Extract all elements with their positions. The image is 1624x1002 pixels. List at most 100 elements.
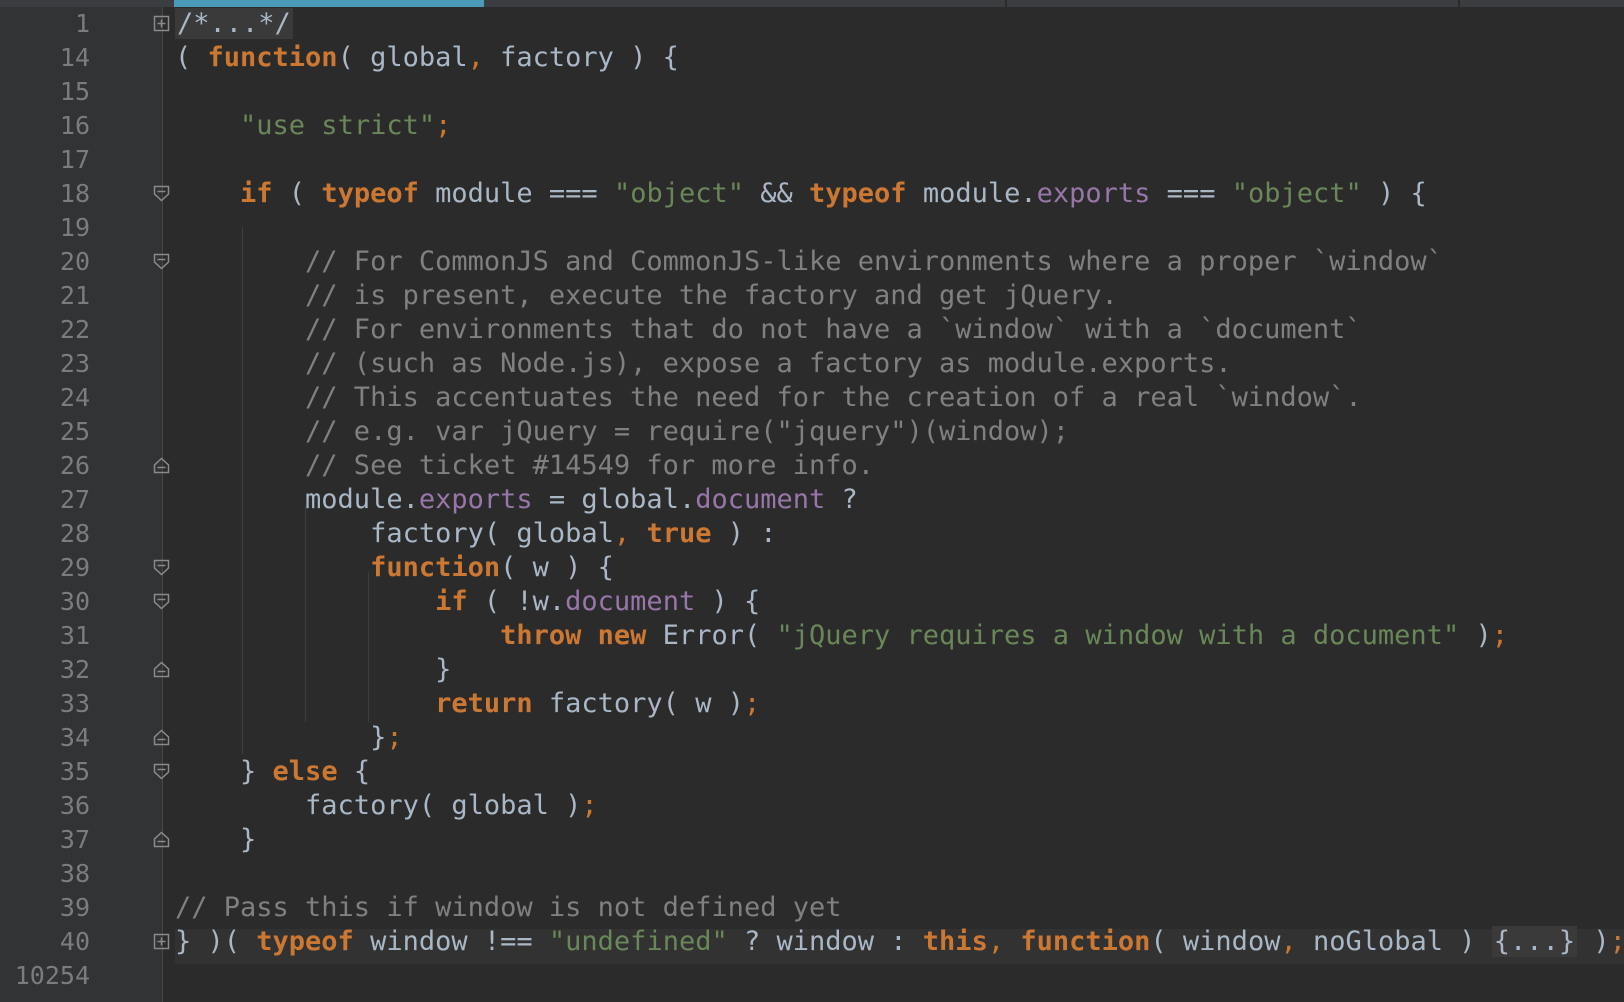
code-line[interactable]: } [175, 653, 451, 687]
code-token: // For CommonJS and CommonJS-like enviro… [175, 246, 1443, 277]
code-token: ) { [1361, 178, 1427, 209]
editor-tab-bar [0, 0, 1624, 7]
line-number: 25 [59, 417, 90, 446]
code-token: throw new [500, 620, 647, 651]
fold-open-icon[interactable] [153, 593, 170, 610]
code-token: ; [743, 688, 761, 719]
active-tab-indicator[interactable] [174, 0, 484, 7]
code-token: factory( global [175, 518, 614, 549]
line-number: 14 [59, 43, 90, 72]
code-token: } [175, 824, 257, 855]
code-token: // e.g. var jQuery = require("jquery")(w… [175, 416, 1070, 447]
line-number: 20 [59, 247, 90, 276]
code-line[interactable]: throw new Error( "jQuery requires a wind… [175, 619, 1508, 653]
code-token: "object" [1231, 178, 1362, 209]
code-line[interactable]: // is present, execute the factory and g… [175, 279, 1118, 313]
code-area[interactable]: /*...*/( function( global, factory ) { "… [175, 7, 1624, 1002]
code-token: ? window : [727, 926, 923, 957]
code-line[interactable]: if ( typeof module === "object" && typeo… [175, 177, 1427, 211]
line-number: 16 [59, 111, 90, 140]
code-token: true [646, 518, 712, 549]
code-line[interactable]: /*...*/ [175, 7, 293, 41]
code-token: Error( [646, 620, 777, 651]
code-token: // (such as Node.js), expose a factory a… [175, 348, 1232, 379]
fold-open-icon[interactable] [153, 253, 170, 270]
code-token: ; [435, 110, 452, 141]
code-line[interactable]: return factory( w ); [175, 687, 760, 721]
code-token: , [613, 518, 631, 549]
code-line[interactable]: } else { [175, 755, 370, 789]
code-token: // This accentuates the need for the cre… [175, 382, 1362, 413]
code-token: ( [272, 178, 322, 209]
code-token: else [272, 756, 338, 787]
fold-close-icon[interactable] [153, 831, 170, 848]
code-line[interactable]: // Pass this if window is not defined ye… [175, 891, 841, 925]
line-number: 26 [59, 451, 90, 480]
code-token: , [1280, 926, 1297, 957]
code-token: noGlobal ) [1296, 926, 1492, 957]
code-editor[interactable]: 1 14 15 16 17 18 19 20 21 22 23 24 25 26 27 28 29 30 31 32 3… [0, 0, 1624, 1002]
code-token: = global. [532, 484, 696, 515]
code-token: ; [1610, 926, 1624, 957]
code-line[interactable]: // (such as Node.js), expose a factory a… [175, 347, 1232, 381]
code-line[interactable]: function( w ) { [175, 551, 614, 585]
line-number: 10254 [14, 961, 90, 990]
code-token: factory( w ) [532, 688, 744, 719]
fold-open-icon[interactable] [153, 763, 170, 780]
tab-divider [1005, 0, 1007, 7]
code-token: return [435, 688, 533, 719]
line-number: 37 [59, 825, 90, 854]
code-token: "jQuery requires a window with a documen… [776, 620, 1460, 651]
code-token: this [922, 926, 988, 957]
fold-expand-icon[interactable] [153, 15, 170, 32]
fold-close-icon[interactable] [153, 729, 170, 746]
fold-open-icon[interactable] [153, 185, 170, 202]
code-token: ( [175, 42, 208, 73]
code-line[interactable]: factory( global, true ) : [175, 517, 776, 551]
code-token: "use strict" [240, 110, 436, 141]
line-number: 24 [59, 383, 90, 412]
code-line[interactable]: "use strict"; [175, 109, 451, 143]
code-line[interactable]: module.exports = global.document ? [175, 483, 858, 517]
code-token: } [175, 722, 387, 753]
code-line[interactable]: } )( typeof window !== "undefined" ? win… [175, 925, 1624, 959]
fold-close-icon[interactable] [153, 457, 170, 474]
line-number: 23 [59, 349, 90, 378]
line-number: 33 [59, 689, 90, 718]
line-number: 38 [59, 859, 90, 888]
code-token: function [207, 42, 338, 73]
code-line[interactable]: ( function( global, factory ) { [175, 41, 679, 75]
code-line[interactable]: // e.g. var jQuery = require("jquery")(w… [175, 415, 1069, 449]
code-token: document [695, 484, 826, 515]
code-token: if [240, 178, 273, 209]
code-token: } [175, 756, 273, 787]
line-number: 1 [74, 9, 90, 38]
code-line[interactable]: // For CommonJS and CommonJS-like enviro… [175, 245, 1443, 279]
fold-close-icon[interactable] [153, 661, 170, 678]
code-line[interactable]: }; [175, 721, 403, 755]
fold-expand-icon[interactable] [153, 933, 170, 950]
code-token: typeof [321, 178, 419, 209]
code-token: "object" [613, 178, 744, 209]
code-line[interactable]: // This accentuates the need for the cre… [175, 381, 1362, 415]
code-token: === [1150, 178, 1232, 209]
code-line[interactable]: if ( !w.document ) { [175, 585, 760, 619]
code-token: function [1020, 926, 1151, 957]
code-token: {...} [1491, 926, 1578, 957]
line-number-gutter[interactable]: 1 14 15 16 17 18 19 20 21 22 23 24 25 26 27 28 29 30 31 32 3… [0, 7, 163, 1002]
code-token: typeof [809, 178, 907, 209]
code-token: // is present, execute the factory and g… [175, 280, 1118, 311]
code-line[interactable]: // See ticket #14549 for more info. [175, 449, 874, 483]
line-number: 32 [59, 655, 90, 684]
code-line[interactable]: factory( global ); [175, 789, 598, 823]
line-number: 35 [59, 757, 90, 786]
code-line[interactable]: } [175, 823, 256, 857]
code-token: ( global [337, 42, 468, 73]
fold-open-icon[interactable] [153, 559, 170, 576]
code-token: ; [1491, 620, 1508, 651]
code-line[interactable]: // For environments that do not have a `… [175, 313, 1362, 347]
